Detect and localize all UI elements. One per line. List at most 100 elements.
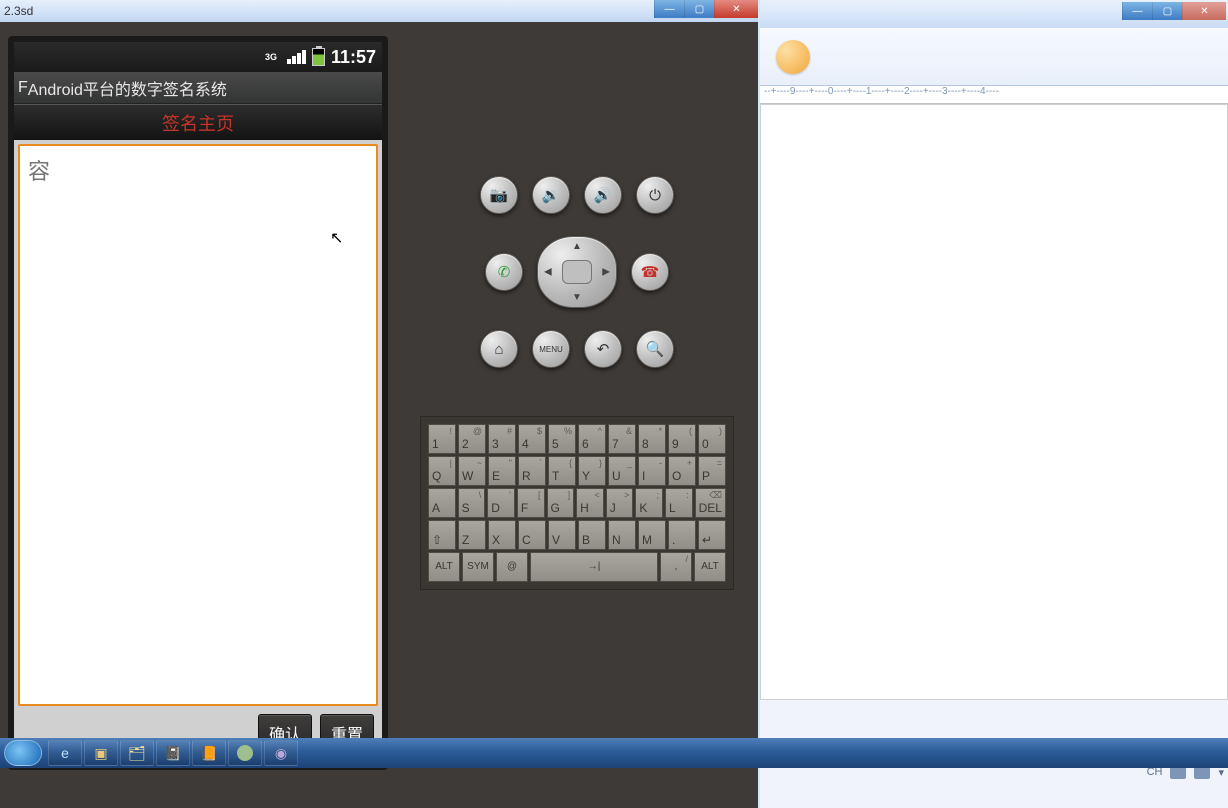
key-l[interactable]: L: — [665, 488, 693, 518]
clock: 11:57 — [331, 47, 376, 68]
taskbar-item-book[interactable]: 📙 — [192, 740, 226, 766]
menu-button[interactable]: MENU — [532, 330, 570, 368]
key-2[interactable]: 2@ — [458, 424, 486, 454]
dpad-right-icon: ▶ — [602, 267, 610, 278]
key-d[interactable]: D' — [487, 488, 515, 518]
key-9[interactable]: 9( — [668, 424, 696, 454]
terminal-icon — [237, 745, 253, 761]
search-icon: 🔍 — [646, 340, 665, 358]
key-g[interactable]: G] — [547, 488, 575, 518]
phone-column: 3G 11:57 F Android平台的数字签名系统 签名主页 — [0, 22, 396, 808]
key-v[interactable]: V — [548, 520, 576, 550]
app-title: Android平台的数字签名系统 — [28, 76, 227, 100]
home-icon: ⌂ — [494, 341, 503, 358]
emulator-titlebar[interactable]: 2.3sd — ▢ ✕ — [0, 0, 758, 22]
key-alt-right[interactable]: ALT — [694, 552, 726, 582]
key-i[interactable]: I- — [638, 456, 666, 486]
back-button[interactable]: ↶ — [584, 330, 622, 368]
close-button[interactable]: ✕ — [714, 0, 758, 18]
book-icon: 📙 — [200, 745, 217, 762]
battery-icon — [312, 48, 325, 66]
key-7[interactable]: 7& — [608, 424, 636, 454]
key-r[interactable]: R` — [518, 456, 546, 486]
key-w[interactable]: W~ — [458, 456, 486, 486]
emulator-window: 2.3sd — ▢ ✕ 3G 11:57 — [0, 0, 758, 808]
taskbar-item-folder[interactable]: 🗂 — [120, 740, 154, 766]
dpad[interactable]: ▲ ▼ ◀ ▶ — [537, 236, 617, 308]
key-8[interactable]: 8* — [638, 424, 666, 454]
taskbar-item-terminal[interactable] — [228, 740, 262, 766]
key-q[interactable]: Q| — [428, 456, 456, 486]
android-status-bar: 3G 11:57 — [14, 42, 382, 72]
home-button[interactable]: ⌂ — [480, 330, 518, 368]
document-area[interactable] — [760, 104, 1228, 700]
key-↵[interactable]: ↵ — [698, 520, 726, 550]
key-o[interactable]: O+ — [668, 456, 696, 486]
key-t[interactable]: T{ — [548, 456, 576, 486]
key-3[interactable]: 3# — [488, 424, 516, 454]
key-6[interactable]: 6^ — [578, 424, 606, 454]
dpad-down-icon: ▼ — [572, 292, 582, 303]
camera-button[interactable]: 📷 — [480, 176, 518, 214]
key-m[interactable]: M — [638, 520, 666, 550]
key-alt-left[interactable]: ALT — [428, 552, 460, 582]
key-s[interactable]: S\ — [458, 488, 486, 518]
key-1[interactable]: 1! — [428, 424, 456, 454]
key-c[interactable]: C — [518, 520, 546, 550]
end-call-button[interactable]: ☎ — [631, 253, 669, 291]
taskbar-item-eclipse[interactable]: ◉ — [264, 740, 298, 766]
key-h[interactable]: H< — [576, 488, 604, 518]
power-button[interactable]: ⏻ — [636, 176, 674, 214]
key-z[interactable]: Z — [458, 520, 486, 550]
key-⇧[interactable]: ⇧ — [428, 520, 456, 550]
minimize-button[interactable]: — — [654, 0, 684, 18]
key-y[interactable]: Y} — [578, 456, 606, 486]
key-a[interactable]: A — [428, 488, 456, 518]
maximize-button[interactable]: ▢ — [684, 0, 714, 18]
signature-input[interactable] — [18, 144, 378, 706]
taskbar-item-explorer[interactable]: ▣ — [84, 740, 118, 766]
toolbar-avatar-icon[interactable] — [776, 40, 810, 74]
end-call-icon: ☎ — [641, 263, 660, 281]
menu-label: MENU — [539, 345, 563, 354]
key-0[interactable]: 0) — [698, 424, 726, 454]
key-del[interactable]: DEL⌫ — [695, 488, 726, 518]
key-x[interactable]: X — [488, 520, 516, 550]
call-button[interactable]: ✆ — [485, 253, 523, 291]
app-titlebar: F Android平台的数字签名系统 — [14, 72, 382, 104]
editor-minimize-button[interactable]: — — [1122, 2, 1152, 20]
key-comma[interactable]: ,/ — [660, 552, 692, 582]
key-space[interactable]: →| — [530, 552, 658, 582]
dpad-center[interactable] — [562, 260, 592, 284]
start-button[interactable] — [4, 740, 42, 766]
key-f[interactable]: F[ — [517, 488, 545, 518]
network-3g-icon: 3G — [265, 52, 281, 62]
key-e[interactable]: E" — [488, 456, 516, 486]
volume-up-button[interactable]: 🔊 — [584, 176, 622, 214]
editor-window: — ▢ ✕ --+----9----+----0----+----1----+-… — [760, 0, 1228, 808]
key-b[interactable]: B — [578, 520, 606, 550]
key-u[interactable]: U_ — [608, 456, 636, 486]
key-sym[interactable]: SYM — [462, 552, 494, 582]
power-icon: ⏻ — [649, 187, 661, 204]
app-title-prefix: F — [18, 79, 28, 97]
key-n[interactable]: N — [608, 520, 636, 550]
key-at[interactable]: @ — [496, 552, 528, 582]
editor-close-button[interactable]: ✕ — [1182, 2, 1226, 20]
taskbar-item-notes[interactable]: 📓 — [156, 740, 190, 766]
key-.[interactable]: . — [668, 520, 696, 550]
key-k[interactable]: K; — [635, 488, 663, 518]
volume-up-icon: 🔊 — [594, 186, 613, 204]
taskbar-item-ie[interactable]: e — [48, 740, 82, 766]
editor-maximize-button[interactable]: ▢ — [1152, 2, 1182, 20]
key-4[interactable]: 4$ — [518, 424, 546, 454]
eclipse-icon: ◉ — [275, 745, 287, 762]
key-p[interactable]: P= — [698, 456, 726, 486]
key-5[interactable]: 5% — [548, 424, 576, 454]
phone-icon: ✆ — [498, 263, 511, 281]
volume-down-button[interactable]: 🔉 — [532, 176, 570, 214]
phone-frame: 3G 11:57 F Android平台的数字签名系统 签名主页 — [8, 36, 388, 770]
search-button[interactable]: 🔍 — [636, 330, 674, 368]
key-j[interactable]: J> — [606, 488, 634, 518]
editor-titlebar[interactable]: — ▢ ✕ — [760, 0, 1228, 28]
